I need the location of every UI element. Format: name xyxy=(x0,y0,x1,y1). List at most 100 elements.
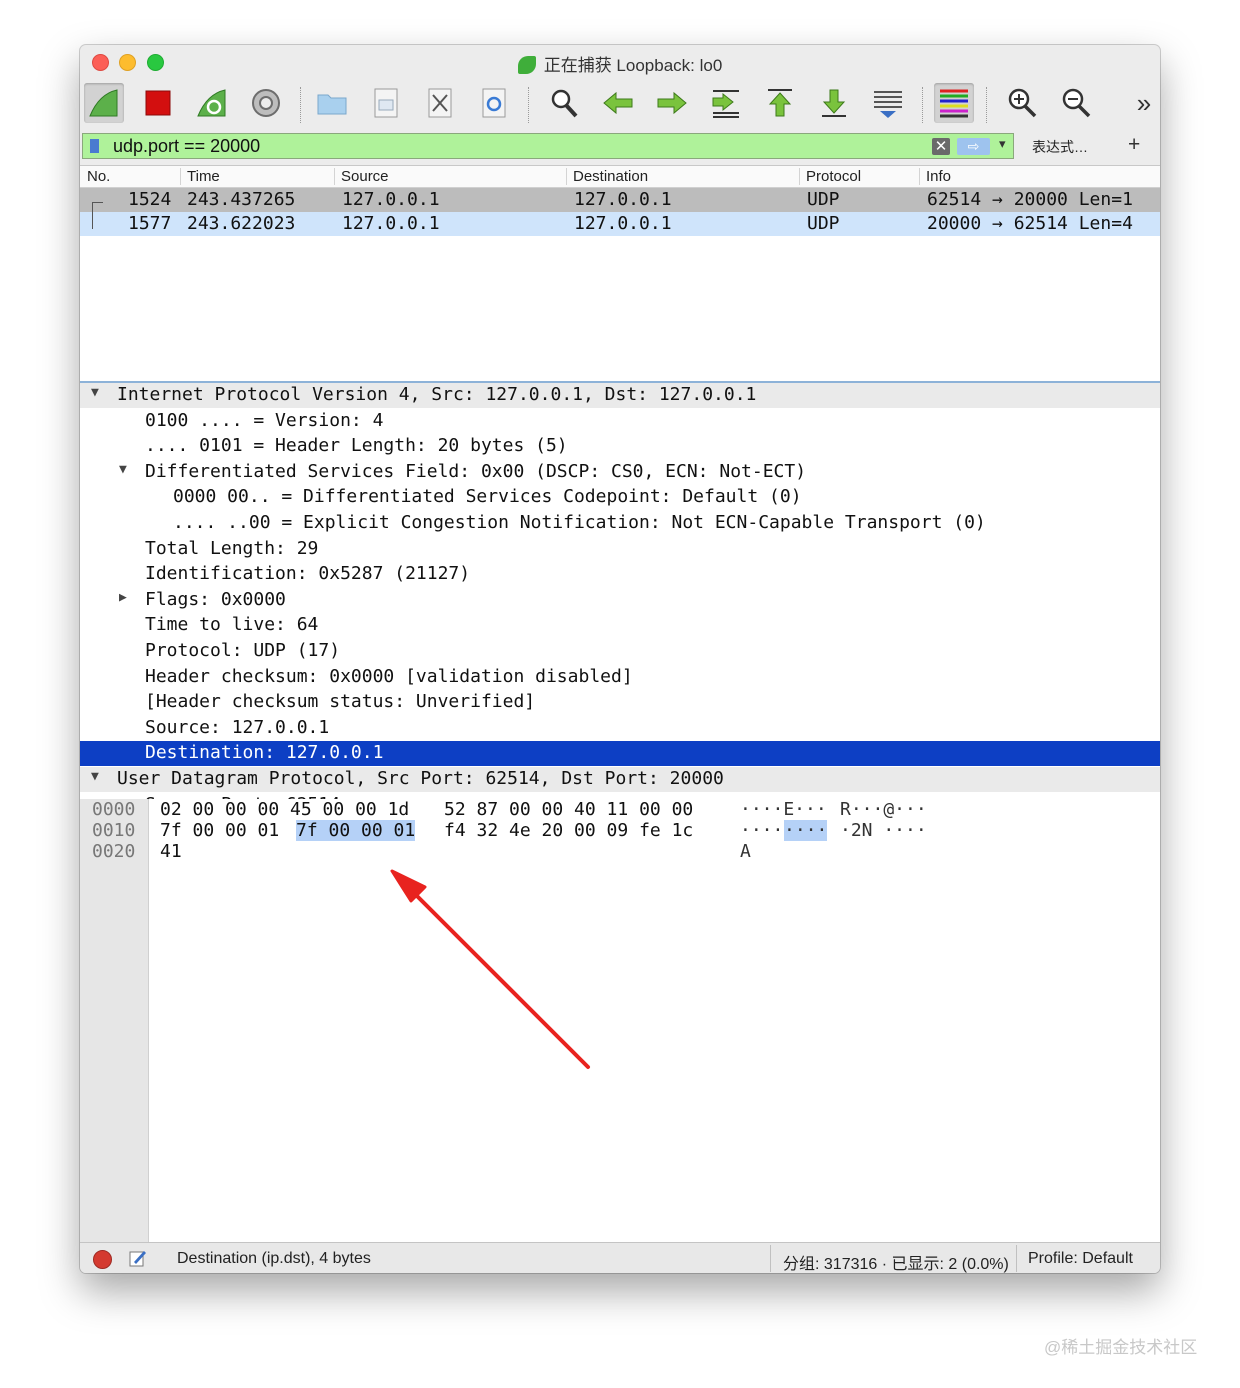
packet-row[interactable]: 1524 243.437265 127.0.0.1 127.0.0.1 UDP … xyxy=(80,188,1160,212)
display-filter-text[interactable]: udp.port == 20000 xyxy=(113,136,260,157)
find-packet-button[interactable] xyxy=(544,83,584,123)
zoom-out-button[interactable] xyxy=(1056,83,1096,123)
toolbar-separator xyxy=(922,87,924,123)
status-separator xyxy=(1016,1245,1017,1272)
toolbar-separator xyxy=(528,87,530,123)
tree-item-text: Internet Protocol Version 4, Src: 127.0.… xyxy=(117,384,757,405)
column-source[interactable]: Source xyxy=(334,168,567,185)
packet-row[interactable]: 1577 243.622023 127.0.0.1 127.0.0.1 UDP … xyxy=(80,212,1160,236)
find-packet-icon xyxy=(551,89,578,118)
toolbar-separator xyxy=(986,87,988,123)
tree-item[interactable]: .... ..00 = Explicit Congestion Notifica… xyxy=(80,511,1160,536)
tree-item-text: Destination: 127.0.0.1 xyxy=(145,742,384,763)
packet-protocol: UDP xyxy=(807,189,840,210)
tree-item-text: User Datagram Protocol, Src Port: 62514,… xyxy=(117,768,724,789)
tree-item-text: 0100 .... = Version: 4 xyxy=(145,410,384,431)
tree-item-text: Protocol: UDP (17) xyxy=(145,640,341,661)
tree-item-text: Differentiated Services Field: 0x00 (DSC… xyxy=(145,461,807,482)
start-capture-button[interactable] xyxy=(84,83,124,123)
column-time[interactable]: Time xyxy=(180,168,332,185)
capture-options-button[interactable] xyxy=(246,83,286,123)
tree-item[interactable]: Identification: 0x5287 (21127) xyxy=(80,562,1160,587)
expression-button[interactable]: 表达式… xyxy=(1032,137,1088,157)
packet-info: 62514 → 20000 Len=1 xyxy=(927,189,1133,210)
tree-item[interactable]: ▼ Differentiated Services Field: 0x00 (DS… xyxy=(80,460,1160,485)
go-back-button[interactable] xyxy=(598,83,638,123)
tree-item[interactable]: 0000 00.. = Differentiated Services Code… xyxy=(80,485,1160,510)
packet-destination: 127.0.0.1 xyxy=(574,189,672,210)
tree-item[interactable]: Source: 127.0.0.1 xyxy=(80,716,1160,741)
profile-selector[interactable]: Profile: Default xyxy=(1028,1250,1133,1268)
clear-filter-button[interactable]: ✕ xyxy=(932,138,950,155)
toolbar-separator xyxy=(300,87,302,123)
tree-item[interactable]: Protocol: UDP (17) xyxy=(80,639,1160,664)
zoom-out-icon xyxy=(1062,88,1091,118)
selected-field-info: Destination (ip.dst), 4 bytes xyxy=(177,1250,371,1267)
tree-item[interactable]: [Header checksum status: Unverified] xyxy=(80,690,1160,715)
column-info[interactable]: Info xyxy=(919,168,1156,185)
go-forward-button[interactable] xyxy=(652,83,692,123)
tree-item[interactable]: Time to live: 64 xyxy=(80,613,1160,638)
more-toolbar-button[interactable]: » xyxy=(1124,83,1160,123)
zoom-in-button[interactable] xyxy=(1002,83,1042,123)
go-to-packet-icon xyxy=(712,90,739,118)
close-file-button[interactable] xyxy=(420,83,460,123)
shark-fin-icon xyxy=(517,56,536,74)
open-file-button[interactable] xyxy=(312,83,352,123)
packet-protocol: UDP xyxy=(807,213,840,234)
apply-filter-button[interactable]: ⇨ xyxy=(957,138,990,155)
tree-item-text: Source: 127.0.0.1 xyxy=(145,717,330,738)
stop-capture-button[interactable] xyxy=(138,83,178,123)
expert-info-icon[interactable] xyxy=(93,1250,112,1269)
collapse-triangle-icon[interactable]: ▼ xyxy=(91,385,99,400)
tree-item-text: 0000 00.. = Differentiated Services Code… xyxy=(173,486,802,507)
go-to-packet-button[interactable] xyxy=(706,83,746,123)
save-file-button[interactable] xyxy=(366,83,406,123)
tree-item-text: .... ..00 = Explicit Congestion Notifica… xyxy=(173,512,986,533)
go-last-button[interactable] xyxy=(814,83,854,123)
selected-tree-item[interactable]: Destination: 127.0.0.1 xyxy=(80,741,1160,766)
column-no[interactable]: No. xyxy=(87,168,110,185)
go-forward-icon xyxy=(657,91,687,115)
display-filter-input[interactable]: udp.port == 20000 ✕ ⇨ ▾ xyxy=(82,133,1014,159)
tree-item[interactable]: .... 0101 = Header Length: 20 bytes (5) xyxy=(80,434,1160,459)
add-filter-button[interactable]: + xyxy=(1128,133,1140,157)
expand-triangle-icon[interactable]: ▶ xyxy=(119,590,127,605)
capture-options-gear-icon xyxy=(252,89,280,117)
main-toolbar: » xyxy=(80,79,1160,131)
packet-time: 243.437265 xyxy=(187,189,296,210)
open-file-icon xyxy=(317,94,347,115)
tree-item[interactable]: Total Length: 29 xyxy=(80,537,1160,562)
display-filter-bar: udp.port == 20000 ✕ ⇨ ▾ 表达式… + xyxy=(80,131,1160,163)
bookmark-icon[interactable] xyxy=(90,139,99,153)
restart-capture-icon xyxy=(197,89,226,117)
capture-comment-icon[interactable] xyxy=(129,1249,147,1267)
go-back-icon xyxy=(603,91,633,115)
tree-item[interactable]: Header checksum: 0x0000 [validation disa… xyxy=(80,665,1160,690)
go-last-icon xyxy=(822,89,846,117)
reload-file-button[interactable] xyxy=(474,83,514,123)
autoscroll-button[interactable] xyxy=(868,83,908,123)
packet-source: 127.0.0.1 xyxy=(342,189,440,210)
watermark: @稀土掘金技术社区 xyxy=(1044,1338,1198,1357)
window-title: 正在捕获 Loopback: lo0 xyxy=(80,51,1160,76)
collapse-triangle-icon[interactable]: ▼ xyxy=(91,769,99,784)
packet-bytes-pane: 0000 02 00 00 00 45 00 00 1d 52 87 00 00… xyxy=(80,799,1160,1242)
filter-history-dropdown[interactable]: ▾ xyxy=(999,136,1006,152)
column-destination[interactable]: Destination xyxy=(566,168,799,185)
colorize-icon xyxy=(940,89,968,118)
restart-capture-button[interactable] xyxy=(192,83,232,123)
tree-item[interactable]: ▶ Flags: 0x0000 xyxy=(80,588,1160,613)
packet-source: 127.0.0.1 xyxy=(342,213,440,234)
collapse-triangle-icon[interactable]: ▼ xyxy=(119,462,127,477)
column-protocol[interactable]: Protocol xyxy=(799,168,916,185)
tree-item[interactable]: 0100 .... = Version: 4 xyxy=(80,409,1160,434)
go-first-button[interactable] xyxy=(760,83,800,123)
packet-info: 20000 → 62514 Len=4 xyxy=(927,213,1133,234)
reload-file-icon xyxy=(482,88,506,118)
protocol-tree-header[interactable]: ▼ User Datagram Protocol, Src Port: 62514… xyxy=(80,767,1160,792)
colorize-button[interactable] xyxy=(934,83,974,123)
protocol-tree-header[interactable]: ▼ Internet Protocol Version 4, Src: 127.0… xyxy=(80,383,1160,408)
status-bar: Destination (ip.dst), 4 bytes 分组: 317316… xyxy=(80,1242,1160,1273)
packet-destination: 127.0.0.1 xyxy=(574,213,672,234)
